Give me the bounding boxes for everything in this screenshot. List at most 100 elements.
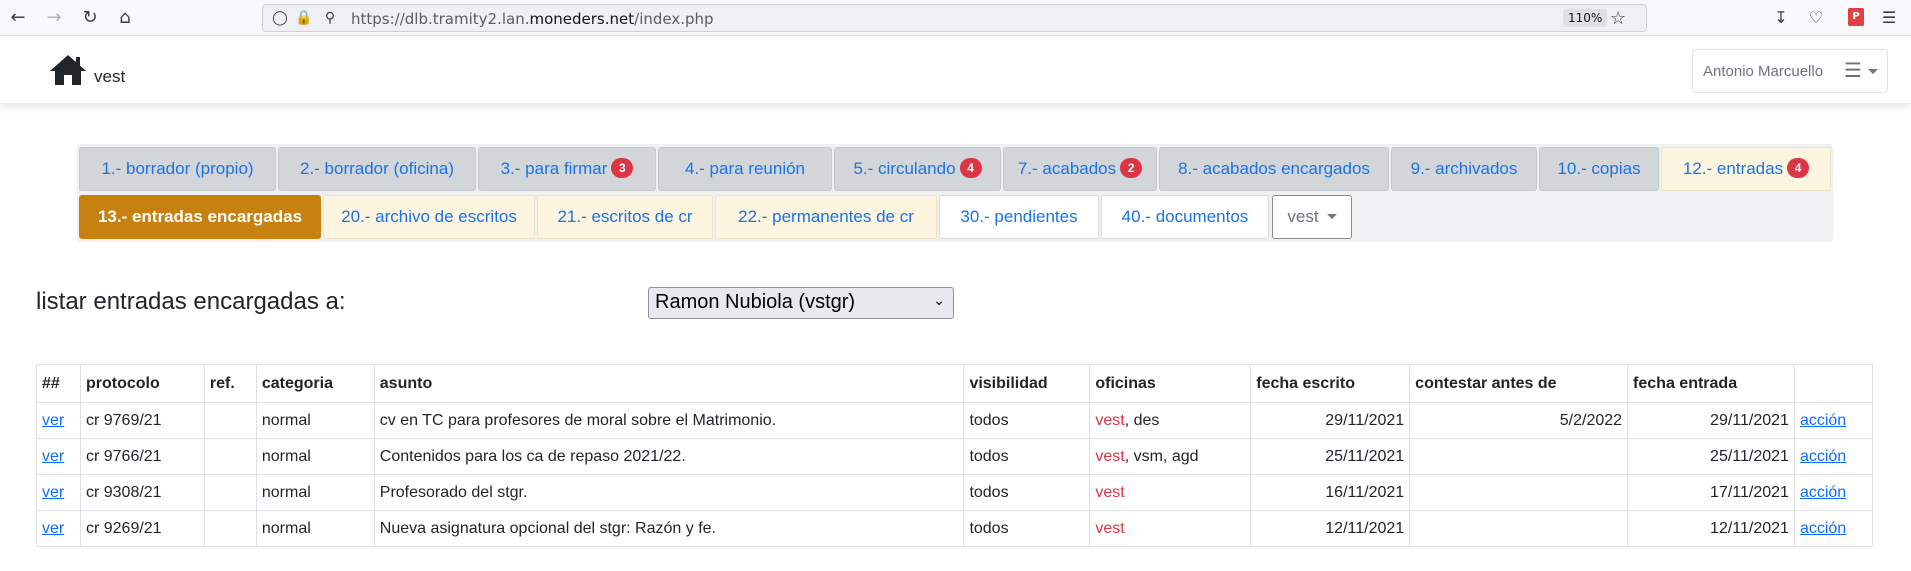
cell-fecha-escrito: 12/11/2021 [1250,510,1411,547]
cell-categoria: normal [255,510,375,547]
caret-down-icon [1326,214,1337,219]
col-header-fecha-entrada: fecha entrada [1627,364,1795,403]
tab-acabados-encargados[interactable]: 8.- acabados encargados [1159,147,1389,191]
filter-label: listar entradas encargadas a: [36,288,346,315]
cell-asunto: Profesorado del stgr. [373,474,965,511]
col-header-num: ## [36,364,81,403]
cell-protocolo: cr 9308/21 [79,474,205,511]
cell-contestar [1409,438,1629,475]
url-text[interactable]: https://dlb.tramity2.lan.moneders.net/in… [351,10,714,28]
oficina-main: vest [1095,519,1125,537]
chevron-down-icon: ⌄ [933,293,945,309]
cell-categoria: normal [255,474,375,511]
cell-visibilidad: todos [963,474,1091,511]
col-header-fecha-escrito: fecha escrito [1250,364,1411,403]
menu-icon[interactable]: ☰ [1878,7,1900,29]
home-icon[interactable]: ⌂ [115,8,135,28]
cell-ref [203,438,257,475]
tab-borrador-oficina[interactable]: 2.- borrador (oficina) [278,147,476,191]
col-header-accion [1793,364,1874,403]
cell-contestar: 5/2/2022 [1409,402,1629,439]
reload-icon[interactable]: ↻ [80,8,100,28]
tab-copias[interactable]: 10.- copias [1539,147,1659,191]
cell-visibilidad: todos [963,438,1091,475]
shield-icon[interactable]: ◯ [271,9,289,27]
accion-link[interactable]: acción [1800,448,1846,465]
ver-link[interactable]: ver [42,484,64,501]
caret-down-icon [1868,69,1878,74]
oficina-rest: , des [1124,411,1160,429]
app-header: vest Antonio Marcuello ☰ [0,37,1911,103]
ver-link[interactable]: ver [42,448,64,465]
cell-oficinas: vest, des [1089,402,1252,439]
accion-link[interactable]: acción [1800,520,1846,537]
accion-link[interactable]: acción [1800,484,1846,501]
cell-contestar [1409,474,1629,511]
tab-entradas[interactable]: 12.- entradas 4 [1661,147,1831,191]
col-header-oficinas: oficinas [1089,364,1252,403]
bookmark-star-icon[interactable]: ☆ [1610,8,1626,29]
cell-fecha-escrito: 29/11/2021 [1250,402,1411,439]
cell-visibilidad: todos [963,402,1091,439]
person-select[interactable]: Ramon Nubiola (vstgr) ⌄ [648,287,954,319]
col-header-visibilidad: visibilidad [963,364,1091,403]
key-icon[interactable]: ⚲ [321,9,339,27]
lock-icon[interactable]: 🔒 [295,9,313,27]
extension-icon[interactable]: P [1848,8,1864,26]
tab-pendientes[interactable]: 30.- pendientes [939,195,1099,239]
cell-asunto: cv en TC para profesores de moral sobre … [373,402,965,439]
table-row: ver cr 9766/21 normal Contenidos para lo… [36,438,1874,475]
tab-para-reunion[interactable]: 4.- para reunión [658,147,832,191]
forward-arrow-icon[interactable]: → [44,8,64,28]
ver-link[interactable]: ver [42,412,64,429]
user-menu-button[interactable]: Antonio Marcuello ☰ [1692,49,1888,93]
url-bar[interactable]: ◯ 🔒 ⚲ https://dlb.tramity2.lan.moneders.… [262,4,1647,32]
cell-fecha-escrito: 25/11/2021 [1250,438,1411,475]
count-badge: 4 [959,158,982,178]
tab-documentos[interactable]: 40.- documentos [1101,195,1269,239]
col-header-contestar: contestar antes de [1409,364,1629,403]
tab-acabados[interactable]: 7.- acabados 2 [1003,147,1157,191]
zoom-level[interactable]: 110% [1563,9,1608,27]
ver-link[interactable]: ver [42,520,64,537]
house-icon[interactable] [48,53,88,87]
tab-archivados[interactable]: 9.- archivados [1391,147,1537,191]
cell-oficinas: vest [1089,474,1252,511]
tab-borrador-propio[interactable]: 1.- borrador (propio) [79,147,276,191]
cell-fecha-entrada: 17/11/2021 [1627,474,1795,511]
cell-fecha-entrada: 25/11/2021 [1627,438,1795,475]
cell-asunto: Nueva asignatura opcional del stgr: Razó… [373,510,965,547]
tab-archivo-escritos[interactable]: 20.- archivo de escritos [323,195,535,239]
cell-oficinas: vest [1089,510,1252,547]
cell-asunto: Contenidos para los ca de repaso 2021/22… [373,438,965,475]
entradas-table: ## protocolo ref. categoria asunto visib… [36,364,1874,547]
accion-link[interactable]: acción [1800,412,1846,429]
tab-permanentes-cr[interactable]: 22.- permanentes de cr [715,195,937,239]
col-header-asunto: asunto [373,364,965,403]
cell-visibilidad: todos [963,510,1091,547]
cell-protocolo: cr 9269/21 [79,510,205,547]
tab-circulando[interactable]: 5.- circulando 4 [834,147,1001,191]
user-name: Antonio Marcuello [1703,63,1824,80]
oficina-dropdown[interactable]: vest [1272,195,1352,239]
tab-entradas-encargadas[interactable]: 13.- entradas encargadas [79,195,321,239]
hamburger-icon: ☰ [1844,58,1862,82]
oficina-main: vest [1095,411,1125,429]
back-arrow-icon[interactable]: ← [8,8,28,28]
col-header-categoria: categoria [255,364,375,403]
pocket-icon[interactable]: ♡ [1805,7,1827,29]
cell-oficinas: vest, vsm, agd [1089,438,1252,475]
col-header-protocolo: protocolo [79,364,205,403]
tab-escritos-cr[interactable]: 21.- escritos de cr [537,195,713,239]
cell-ref [203,402,257,439]
table-header-row: ## protocolo ref. categoria asunto visib… [36,364,1874,403]
count-badge: 2 [1120,158,1143,178]
download-icon[interactable]: ↧ [1770,7,1792,29]
oficina-main: vest [1095,447,1125,465]
cell-fecha-entrada: 12/11/2021 [1627,510,1795,547]
tab-para-firmar[interactable]: 3.- para firmar 3 [478,147,656,191]
cell-protocolo: cr 9769/21 [79,402,205,439]
cell-categoria: normal [255,402,375,439]
cell-contestar [1409,510,1629,547]
tab-bar: 1.- borrador (propio) 2.- borrador (ofic… [77,144,1833,242]
